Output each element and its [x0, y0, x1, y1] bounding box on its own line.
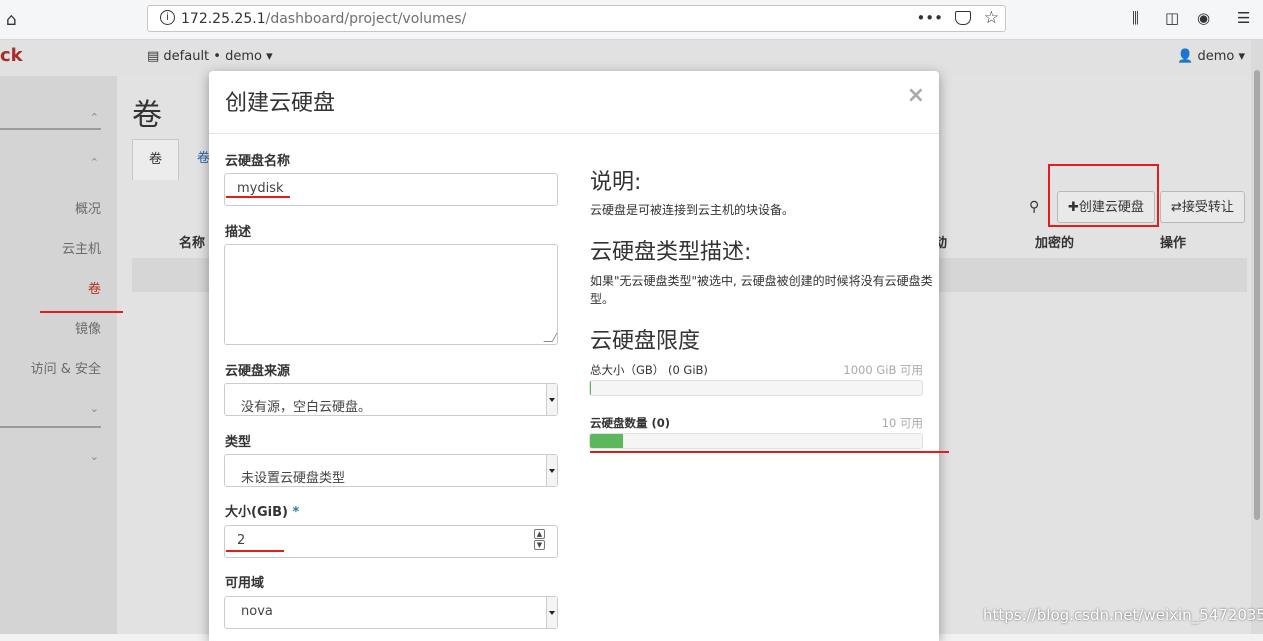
bookmark-star-icon[interactable]: ☆ [984, 8, 999, 28]
sidebar-item-volumes[interactable]: 卷 [0, 278, 101, 297]
limits-title: 云硬盘限度 [590, 329, 701, 354]
sidebar-item-images[interactable]: 镜像 [0, 318, 101, 337]
sidebar-item-overview[interactable]: 概况 [0, 198, 101, 217]
user-menu[interactable]: 👤 demo ▾ [1177, 49, 1245, 64]
quota-count-fill [590, 434, 624, 448]
type-description-title: 云硬盘类型描述: [590, 240, 752, 265]
resize-handle-icon[interactable] [543, 333, 558, 342]
modal-title: 创建云硬盘 [225, 91, 336, 116]
chevron-up-icon[interactable]: ⌃ [90, 111, 99, 124]
menu-icon[interactable]: ☰ [1237, 9, 1250, 27]
brand-logo[interactable]: ck [0, 45, 23, 66]
required-marker: * [292, 505, 300, 520]
library-icon[interactable]: ⫼ [1132, 9, 1139, 27]
chevron-down-icon[interactable]: ⌄ [90, 450, 99, 463]
volume-source-select[interactable]: 没有源，空白云硬盘。 [224, 383, 558, 416]
select-arrow-icon[interactable] [546, 597, 557, 628]
increment-icon[interactable]: ▲ [534, 529, 545, 539]
search-icon[interactable]: ⚲ [1029, 199, 1039, 215]
quota-size-fill [590, 381, 591, 395]
availability-zone-value: nova [241, 604, 273, 619]
help-text: 云硬盘是可被连接到云主机的块设备。 [590, 203, 795, 217]
page-actions-icon[interactable]: ••• [916, 9, 943, 27]
site-info-icon[interactable]: i [160, 10, 175, 25]
url-host: 172.25.25.1 [181, 11, 266, 27]
annotation-underline [226, 550, 284, 552]
decrement-icon[interactable]: ▼ [534, 540, 545, 550]
chevron-up-icon[interactable]: ⌃ [90, 156, 99, 169]
url-bar[interactable]: i 172.25.25.1/dashboard/project/volumes/… [147, 5, 1006, 32]
sidebar-divider [0, 426, 101, 428]
sidebar-divider [0, 128, 101, 130]
size-label: 大小(GiB) * [225, 501, 299, 520]
sidebar-item-instances[interactable]: 云主机 [0, 238, 101, 257]
sidebar-item-access-security[interactable]: 访问 & 安全 [0, 358, 101, 377]
volume-name-value: mydisk [237, 181, 284, 196]
description-label: 描述 [225, 225, 252, 240]
account-icon[interactable]: ◉ [1197, 9, 1210, 27]
sidebar: ⌃ ⌃ 概况 云主机 卷 镜像 访问 & 安全 ⌄ ⌄ [0, 76, 117, 634]
page-title: 卷 [132, 98, 162, 133]
annotation-box [1048, 164, 1159, 227]
url-path: /dashboard/project/volumes/ [265, 11, 467, 27]
column-encrypted[interactable]: 加密的 [1035, 232, 1074, 251]
pocket-icon[interactable] [955, 11, 971, 25]
description-textarea[interactable] [224, 244, 558, 345]
availability-zone-label: 可用域 [225, 576, 265, 591]
size-input[interactable]: 2 ▲ ▼ [224, 525, 558, 558]
size-stepper[interactable]: ▲ ▼ [534, 529, 545, 551]
column-actions: 操作 [1160, 236, 1187, 251]
volume-type-value: 未设置云硬盘类型 [241, 471, 346, 486]
column-name[interactable]: 名称 [179, 232, 205, 251]
close-icon[interactable]: × [907, 83, 925, 108]
volume-source-value: 没有源，空白云硬盘。 [241, 400, 372, 415]
sidebar-toggle-icon[interactable]: ◫ [1165, 9, 1179, 27]
scrollbar-thumb[interactable] [1254, 70, 1260, 520]
url-text[interactable]: 172.25.25.1/dashboard/project/volumes/ [181, 11, 466, 27]
quota-size-label: 总大小（GB） (0 GiB) [590, 363, 708, 377]
project-switcher[interactable]: ▤ default • demo ▾ [147, 49, 273, 64]
tab-volumes[interactable]: 卷 [132, 139, 180, 180]
volume-type-select[interactable]: 未设置云硬盘类型 [224, 454, 558, 487]
type-label: 类型 [225, 435, 252, 450]
chevron-down-icon[interactable]: ⌄ [90, 402, 99, 415]
size-value: 2 [237, 533, 246, 548]
help-title: 说明: [590, 170, 642, 195]
accept-transfer-button[interactable]: ⇄接受转让 [1160, 191, 1245, 223]
quota-count-available: 10 可用 [881, 416, 923, 430]
quota-count-bar [589, 433, 923, 449]
modal-header: 创建云硬盘 × [209, 71, 939, 134]
volume-source-label: 云硬盘来源 [225, 364, 291, 379]
select-arrow-icon[interactable] [546, 384, 557, 415]
availability-zone-select[interactable]: nova [224, 596, 558, 629]
watermark: https://blog.csdn.net/weixin_54720351 [983, 606, 1263, 624]
create-volume-modal: 创建云硬盘 × 云硬盘名称 mydisk 描述 云硬盘来源 没有源，空白云硬盘。… [209, 71, 939, 641]
annotation-underline [40, 311, 123, 313]
volume-name-input[interactable]: mydisk [224, 173, 558, 206]
quota-count-label: 云硬盘数量 (0) [590, 416, 671, 430]
volume-name-label: 云硬盘名称 [225, 154, 291, 169]
type-description-text: 如果"无云硬盘类型"被选中, 云硬盘被创建的时候将没有云硬盘类型。 [590, 274, 933, 306]
quota-size-available: 1000 GiB 可用 [843, 363, 923, 377]
annotation-underline [590, 451, 949, 453]
home-icon[interactable]: ⌂ [6, 10, 17, 30]
browser-toolbar: ⌂ i 172.25.25.1/dashboard/project/volume… [0, 0, 1263, 40]
size-label-text: 大小(GiB) [225, 505, 288, 520]
select-arrow-icon[interactable] [546, 455, 557, 486]
quota-size-bar [589, 380, 923, 396]
annotation-underline [226, 196, 290, 198]
